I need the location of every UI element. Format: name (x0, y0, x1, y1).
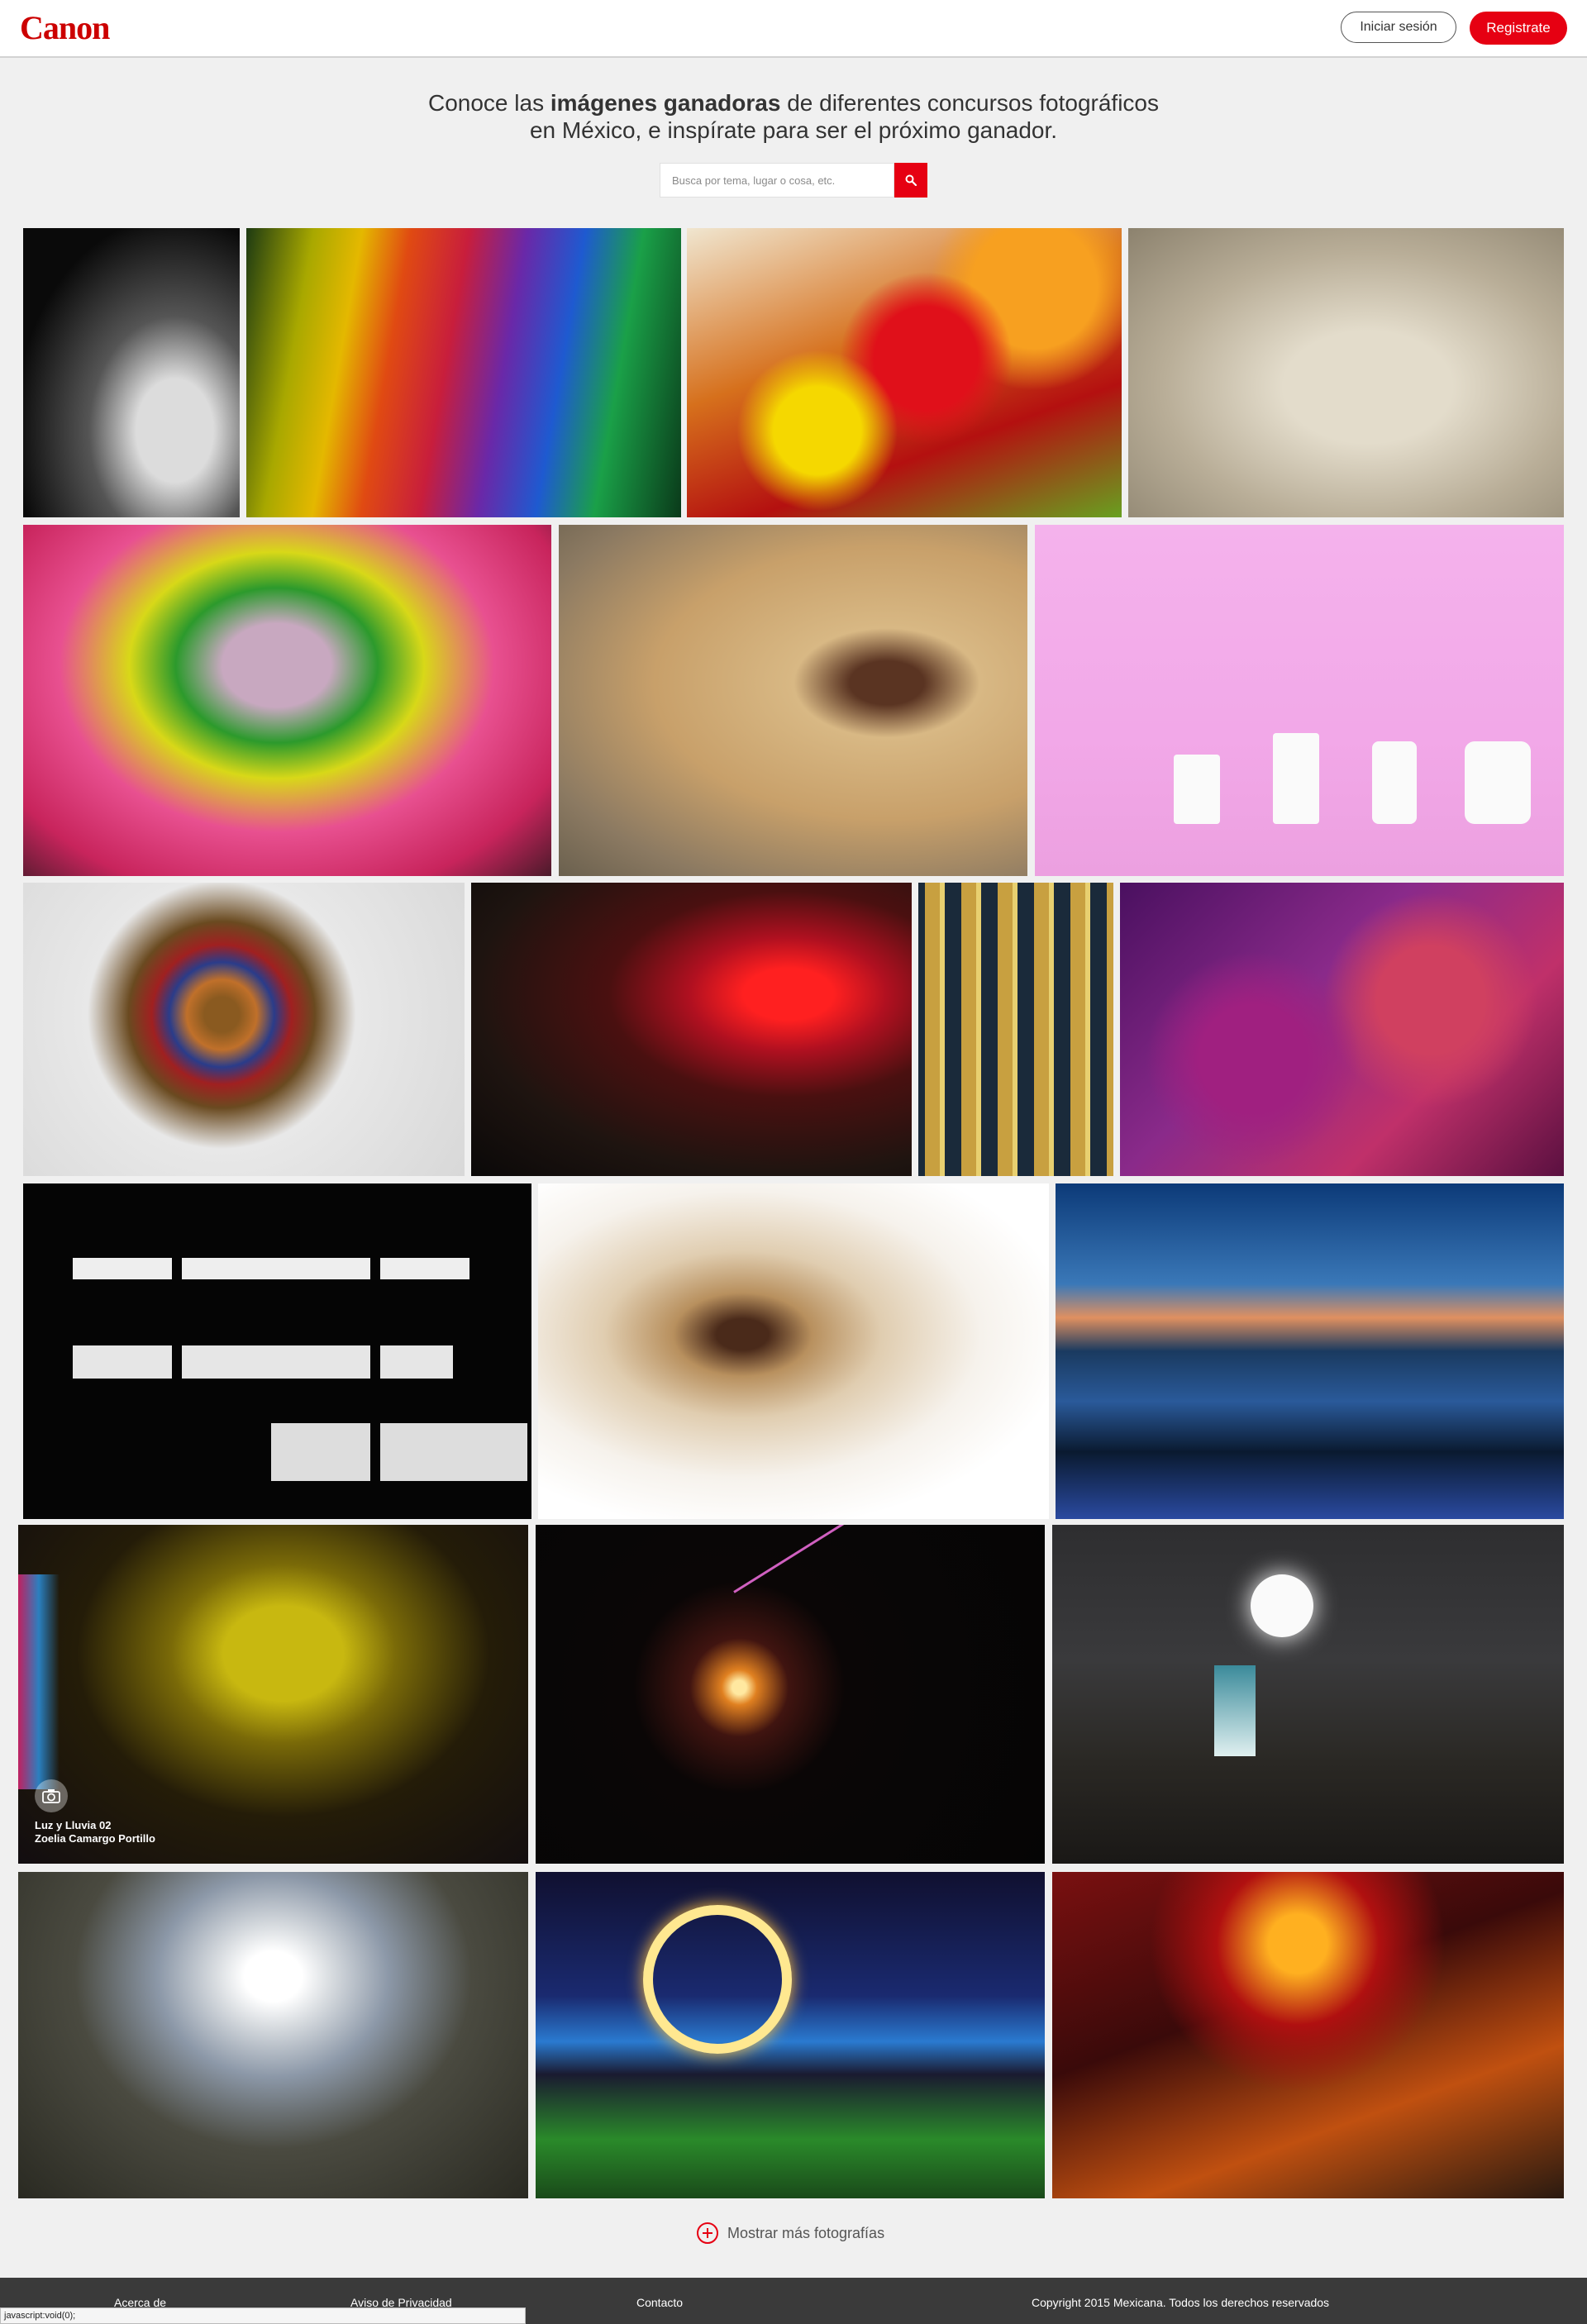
camera-icon (35, 1779, 68, 1812)
photo-old-document[interactable] (1128, 228, 1564, 517)
photo-candy-market[interactable] (687, 228, 1122, 517)
intro-line2: en México, e inspírate para ser el próxi… (529, 117, 1058, 143)
plus-circle-icon (697, 2222, 718, 2244)
photo-light-painting[interactable] (536, 1872, 1045, 2198)
show-more-label: Mostrar más fotografías (727, 2224, 885, 2241)
photo-caption-author: Zoelia Camargo Portillo (35, 1832, 155, 1845)
top-header: Canon Iniciar sesión Registrate (0, 0, 1587, 58)
photo-misty-sunrise[interactable] (18, 1872, 528, 2198)
footer-copyright: Copyright 2015 Mexicana. Todos los derec… (1032, 2296, 1330, 2309)
photo-clowns-bicycle[interactable] (246, 228, 681, 517)
search-icon (905, 174, 917, 186)
photo-holi-crowd[interactable] (1120, 883, 1564, 1176)
photo-light-rain[interactable]: Luz y Lluvia 02 Zoelia Camargo Portillo (18, 1525, 528, 1864)
photo-colored-pencils[interactable] (23, 883, 465, 1176)
photo-paper-spiral[interactable] (538, 1183, 1049, 1519)
photo-woman-mat[interactable] (559, 525, 1027, 876)
photo-girl-lamp[interactable] (1052, 1525, 1564, 1864)
register-button[interactable]: Registrate (1470, 12, 1567, 45)
photo-glass-bottles[interactable] (918, 883, 1113, 1176)
canon-logo[interactable]: Canon (20, 8, 110, 47)
photo-mediterranean-food[interactable] (1052, 1872, 1564, 2198)
photo-stairs-silhouette[interactable] (23, 1183, 531, 1519)
login-button[interactable]: Iniciar sesión (1341, 12, 1456, 43)
show-more-button[interactable]: Mostrar más fotografías (696, 2220, 884, 2246)
photo-firework-spark[interactable] (536, 1525, 1045, 1864)
browser-status-bar: javascript:void(0); (0, 2307, 526, 2324)
photo-woman-scarf[interactable] (23, 525, 551, 876)
photo-red-candles[interactable] (471, 883, 912, 1176)
intro-line1-bold: imágenes ganadoras (550, 90, 781, 116)
photo-milk-cartons[interactable] (1035, 525, 1564, 876)
intro-line1-pre: Conoce las (427, 90, 550, 116)
intro-text: Conoce las imágenes ganadoras de diferen… (380, 89, 1207, 144)
search-input[interactable] (660, 163, 895, 198)
intro-line1-post: de diferentes concursos fotográficos (780, 90, 1160, 116)
search-button[interactable] (894, 163, 927, 198)
search-bar (660, 163, 927, 198)
photo-painter-palette[interactable] (23, 228, 240, 517)
photo-mountain-lake[interactable] (1056, 1183, 1564, 1519)
footer-link-contact[interactable]: Contacto (636, 2296, 683, 2309)
photo-caption-title: Luz y Lluvia 02 (35, 1819, 112, 1831)
photo-caption: Luz y Lluvia 02 Zoelia Camargo Portillo (35, 1819, 155, 1845)
